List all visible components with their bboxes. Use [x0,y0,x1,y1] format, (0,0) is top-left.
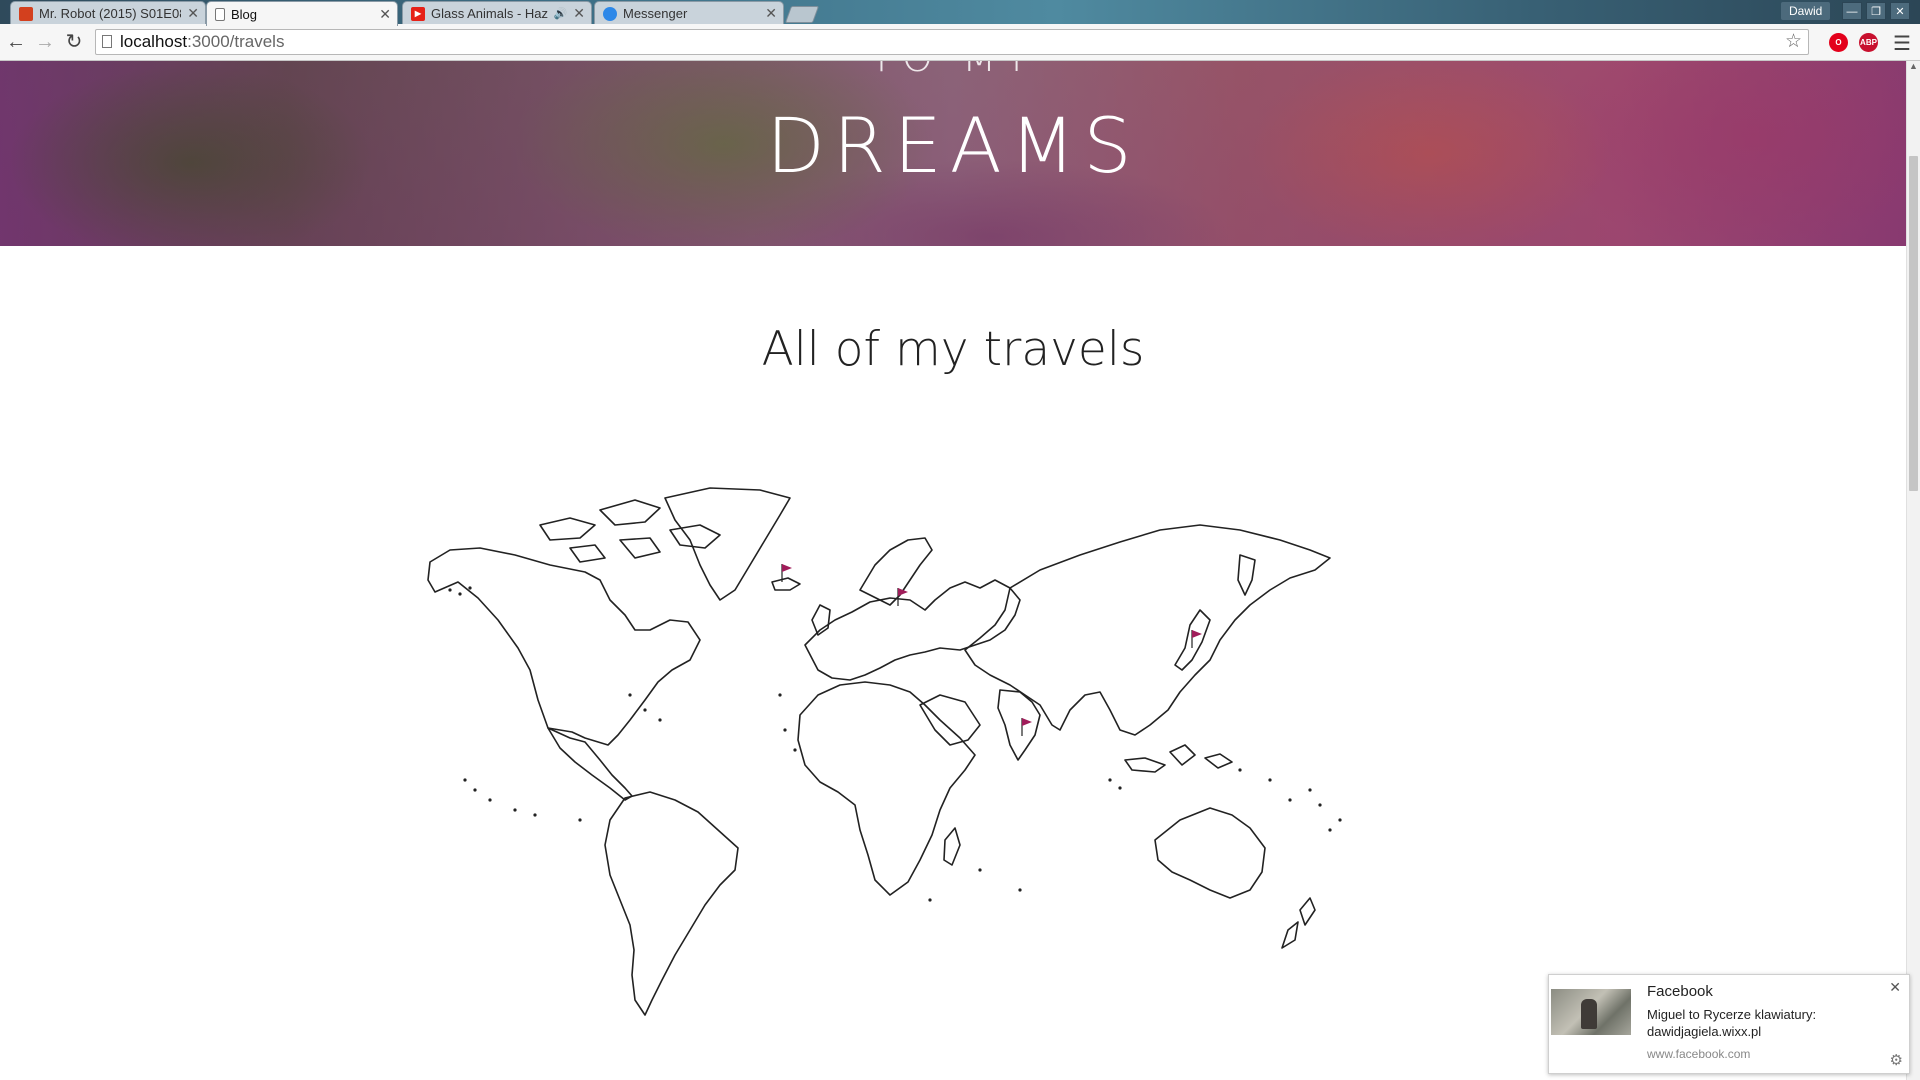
address-bar[interactable]: localhost:3000/travels ☆ [95,29,1809,55]
forward-icon[interactable]: → [33,30,57,54]
tab-title: Blog [231,6,258,22]
bookmark-star-icon[interactable]: ☆ [1785,30,1802,54]
new-tab-button[interactable] [784,6,820,23]
flag-scandinavia-icon[interactable] [897,588,908,606]
australia-outline [1154,807,1266,899]
hero-subtitle: TO MY [0,61,1906,81]
tab-title: Messenger [623,6,688,21]
notification-source: Facebook [1647,983,1713,1000]
notification-message: Miguel to Rycerze klawiatury: dawidjagie… [1647,1007,1817,1039]
browser-toolbar: ← → ↻ localhost:3000/travels ☆ O ABP ☰ [0,24,1920,61]
indonesia-outline [1124,744,1233,773]
tab-blog[interactable]: Blog ✕ [206,1,398,26]
messenger-icon [603,6,617,21]
reload-icon[interactable]: ↻ [62,30,86,54]
page-icon [102,35,112,48]
profile-button[interactable]: Dawid [1781,2,1831,20]
youtube-icon: ▶ [411,6,425,21]
tab-title: Mr. Robot (2015) S01E08 [39,6,182,21]
iceland-outline [771,577,801,591]
scrollbar-thumb[interactable] [1909,156,1918,491]
page-icon [215,7,225,21]
hero-banner: TO MY DREAMS [0,61,1906,246]
north-america-outline [427,547,701,746]
tab-mr-robot[interactable]: Mr. Robot (2015) S01E08 ✕ [10,1,206,25]
scandinavia-outline [859,537,933,606]
notification-thumbnail [1551,989,1631,1035]
url-text: localhost:3000/travels [120,32,285,51]
cda-icon [19,6,33,21]
speaker-icon[interactable]: 🔊 [554,7,568,20]
scroll-up-icon[interactable]: ▲ [1909,61,1918,71]
tab-title: Glass Animals - Haze [431,6,548,21]
page-scrollbar[interactable]: ▲ [1906,61,1920,1080]
notification-site: www.facebook.com [1647,1047,1751,1061]
europe-outline [804,579,1021,681]
menu-icon[interactable]: ☰ [1893,31,1911,56]
travel-flags [781,564,1202,736]
section-title: All of my travels [761,322,1145,377]
flag-india-icon[interactable] [1021,718,1032,736]
south-america-outline [604,791,739,1016]
gear-icon[interactable]: ⚙ [1890,1051,1903,1069]
restore-icon[interactable]: ❐ [1866,2,1886,20]
asia-outline [964,524,1331,736]
hero-title: DREAMS [766,101,1140,190]
uk-outline [811,604,831,636]
close-icon[interactable]: ✕ [379,6,391,23]
close-window-icon[interactable]: ✕ [1890,2,1910,20]
close-icon[interactable]: ✕ [573,5,585,22]
close-icon[interactable]: ✕ [765,5,777,22]
back-icon[interactable]: ← [4,30,28,54]
new-zealand-outline [1281,897,1316,949]
tab-glass-animals[interactable]: ▶ Glass Animals - Haze 🔊 ✕ [402,1,592,25]
close-icon[interactable]: ✕ [187,5,199,22]
madagascar-outline [943,827,961,866]
close-icon[interactable]: ✕ [1889,979,1901,996]
arctic-islands-outline [539,499,721,563]
facebook-notification[interactable]: Facebook Miguel to Rycerze klawiatury: d… [1548,974,1910,1074]
adblock-plus-icon[interactable]: ABP [1859,33,1878,52]
tab-messenger[interactable]: Messenger ✕ [594,1,784,25]
arabia-outline [919,694,981,746]
kamchatka-outline [1237,554,1256,596]
world-map [427,487,1342,1016]
greenland-outline [664,487,791,601]
browser-titlebar: Mr. Robot (2015) S01E08 ✕ Blog ✕ ▶ Glass… [0,0,1920,26]
opera-icon[interactable]: O [1829,33,1848,52]
minimize-icon[interactable]: — [1842,2,1862,20]
